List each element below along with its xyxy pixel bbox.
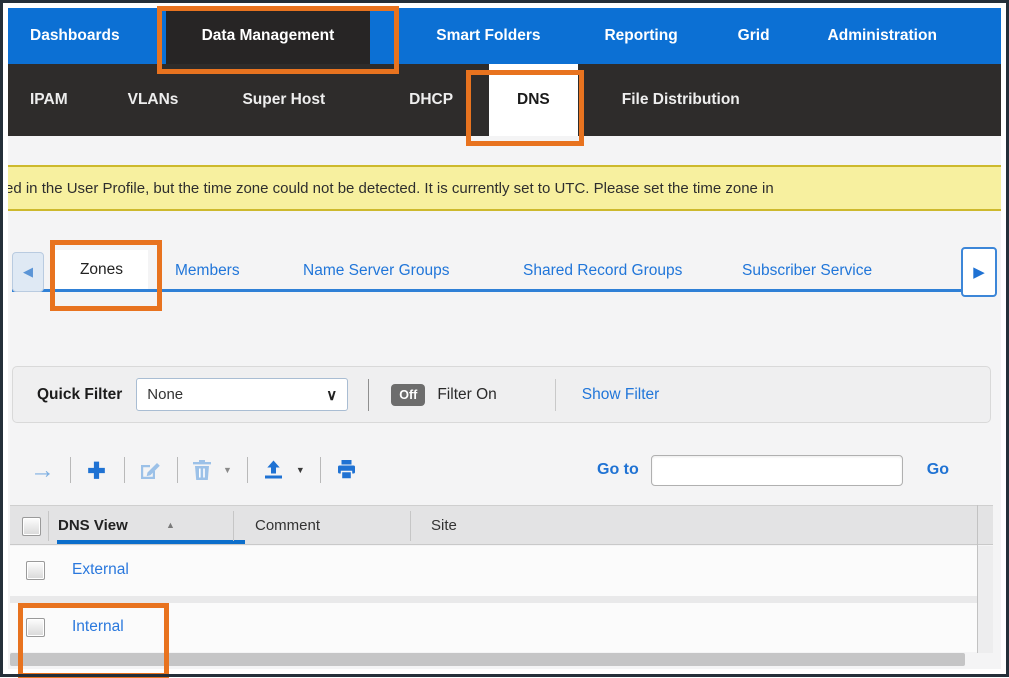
- subnav-item-dhcp[interactable]: DHCP: [399, 64, 463, 136]
- right-arrow-icon: ▶: [973, 263, 985, 281]
- filter-toggle-button[interactable]: Off: [391, 384, 425, 406]
- delete-icon[interactable]: [191, 458, 213, 482]
- grid-toolbar: → ▼ ▼ Go to Go: [8, 450, 993, 490]
- nav-item-reporting[interactable]: Reporting: [594, 8, 687, 64]
- tab-members[interactable]: Members: [175, 252, 240, 289]
- show-filter-link[interactable]: Show Filter: [582, 386, 660, 404]
- tabs-scroll-right-button[interactable]: ▶: [961, 247, 997, 297]
- nav-item-administration[interactable]: Administration: [818, 8, 947, 64]
- dns-view-link-internal[interactable]: Internal: [72, 618, 124, 636]
- row-checkbox-internal[interactable]: [26, 618, 45, 637]
- row-separator: [10, 596, 993, 603]
- select-all-checkbox[interactable]: [22, 517, 41, 536]
- divider: [247, 457, 248, 483]
- tab-subscriber-services[interactable]: Subscriber Service: [742, 252, 962, 289]
- nav-item-smart-folders[interactable]: Smart Folders: [426, 8, 550, 64]
- dns-view-link-external[interactable]: External: [72, 561, 129, 579]
- tab-shared-record-groups[interactable]: Shared Record Groups: [523, 252, 682, 289]
- table-header: DNS View ▲ Comment Site: [10, 505, 993, 545]
- add-icon[interactable]: [84, 458, 109, 483]
- export-icon[interactable]: [261, 458, 286, 482]
- table-row[interactable]: External: [10, 546, 993, 596]
- column-header-comment[interactable]: Comment: [255, 517, 320, 534]
- print-icon[interactable]: [334, 458, 359, 482]
- goto-input[interactable]: [651, 455, 903, 486]
- horizontal-scrollbar[interactable]: [10, 653, 965, 666]
- edit-icon[interactable]: [138, 458, 162, 482]
- main-navigation-bar: Dashboards Data Management Smart Folders…: [8, 8, 1001, 64]
- column-divider: [410, 511, 411, 541]
- quick-filter-label: Quick Filter: [37, 386, 122, 404]
- row-checkbox-external[interactable]: [26, 561, 45, 580]
- divider: [320, 457, 321, 483]
- filter-on-label: Filter On: [437, 386, 496, 404]
- sub-navigation-bar: IPAM VLANs Super Host DHCP DNS File Dist…: [8, 64, 1001, 136]
- quick-filter-select[interactable]: None ∨: [136, 378, 348, 411]
- table-row[interactable]: Internal: [10, 603, 993, 652]
- goto-label: Go to: [597, 461, 639, 479]
- chevron-down-icon: ∨: [326, 386, 337, 404]
- tab-zones[interactable]: Zones: [55, 250, 148, 289]
- divider: [368, 379, 369, 411]
- subnav-item-super-host[interactable]: Super Host: [232, 64, 335, 136]
- subnav-item-file-distribution[interactable]: File Distribution: [612, 64, 750, 136]
- nav-item-dashboards[interactable]: Dashboards: [20, 8, 130, 64]
- column-header-dns-view[interactable]: DNS View: [58, 517, 128, 534]
- left-arrow-icon: ◀: [23, 264, 33, 280]
- nav-item-data-management[interactable]: Data Management: [166, 8, 371, 64]
- warning-text: ed in the User Profile, but the time zon…: [8, 180, 774, 197]
- quick-filter-selected-value: None: [147, 386, 183, 403]
- open-arrow-icon[interactable]: →: [30, 458, 55, 483]
- nav-item-grid[interactable]: Grid: [728, 8, 780, 64]
- quick-filter-panel: Quick Filter None ∨ Off Filter On Show F…: [12, 366, 991, 423]
- divider: [555, 379, 556, 411]
- scrollbar-gutter: [978, 546, 993, 653]
- subnav-item-dns[interactable]: DNS: [489, 64, 578, 136]
- tabstrip-underline: [12, 289, 993, 292]
- column-divider: [233, 511, 234, 541]
- divider: [177, 457, 178, 483]
- subnav-item-vlans[interactable]: VLANs: [118, 64, 189, 136]
- timezone-warning-banner: ed in the User Profile, but the time zon…: [8, 165, 1001, 211]
- go-button[interactable]: Go: [927, 461, 949, 479]
- divider: [124, 457, 125, 483]
- column-header-site[interactable]: Site: [431, 517, 457, 534]
- sort-ascending-icon: ▲: [166, 520, 175, 530]
- tabs-scroll-left-button[interactable]: ◀: [12, 252, 44, 292]
- tab-name-server-groups[interactable]: Name Server Groups: [303, 252, 449, 289]
- delete-menu-caret-icon[interactable]: ▼: [223, 465, 232, 475]
- subnav-item-ipam[interactable]: IPAM: [20, 64, 78, 136]
- column-divider: [48, 511, 49, 541]
- sorted-column-underline: [57, 540, 245, 544]
- divider: [70, 457, 71, 483]
- export-menu-caret-icon[interactable]: ▼: [296, 465, 305, 475]
